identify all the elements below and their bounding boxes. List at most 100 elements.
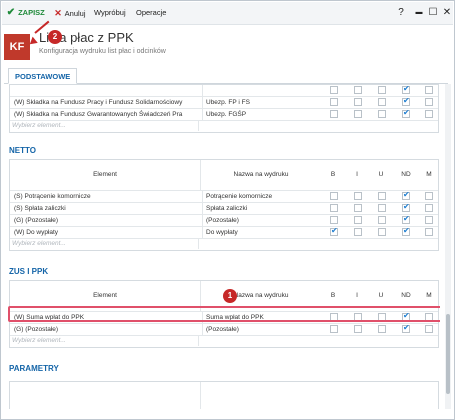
m-checkbox[interactable] <box>425 325 433 333</box>
table-row[interactable] <box>10 84 438 97</box>
element-cell: (G) (Pozostałe) <box>14 217 59 224</box>
print-name-cell[interactable]: Spłata zaliczki <box>202 203 322 214</box>
minimize-icon[interactable]: ▬ <box>412 6 426 20</box>
italic-checkbox[interactable] <box>354 204 362 212</box>
m-checkbox[interactable] <box>425 86 433 94</box>
try-button[interactable]: Wypróbuj <box>94 7 126 19</box>
add-element-input[interactable]: Wybierz element... <box>12 336 199 346</box>
table-row[interactable]: (W) Składka na Fundusz Gwarantowanych Św… <box>10 108 438 121</box>
section-title-netto: NETTO <box>9 146 36 155</box>
table-row[interactable]: (S) Potrącenie komornicze Potrącenie kom… <box>10 190 438 203</box>
toolbar: ✔ ZAPISZ ✕ Anuluj Wypróbuj Operacje ? ▬ … <box>2 2 453 25</box>
table-row[interactable]: (S) Spłata zaliczki Spłata zaliczki <box>10 202 438 215</box>
print-name-cell[interactable]: Ubezp. FGŚP <box>202 109 322 120</box>
underline-checkbox[interactable] <box>378 86 386 94</box>
operations-menu[interactable]: Operacje <box>136 7 166 19</box>
column-header: Element <box>93 171 117 178</box>
bold-checkbox[interactable] <box>330 86 338 94</box>
underline-checkbox[interactable] <box>378 204 386 212</box>
callout-badge-2: 2 <box>48 30 62 44</box>
column-header: ND <box>401 171 411 178</box>
section-title-zus: ZUS I PPK <box>9 267 49 276</box>
highlight-frame <box>8 306 440 322</box>
scrollbar-thumb[interactable] <box>446 314 450 394</box>
m-checkbox[interactable] <box>425 228 433 236</box>
column-header: B <box>330 171 336 178</box>
add-element-input[interactable]: Wybierz element... <box>12 239 199 249</box>
bold-checkbox[interactable] <box>330 325 338 333</box>
bold-checkbox[interactable] <box>330 226 338 236</box>
add-element-input[interactable]: Wybierz element... <box>12 121 199 131</box>
column-header: U <box>378 171 384 178</box>
nd-checkbox[interactable] <box>402 323 410 333</box>
underline-checkbox[interactable] <box>378 98 386 106</box>
maximize-icon[interactable]: ☐ <box>426 6 440 20</box>
m-checkbox[interactable] <box>425 216 433 224</box>
section-title-parametry: PARAMETRY <box>9 364 59 373</box>
nd-checkbox[interactable] <box>402 214 410 224</box>
cancel-button[interactable]: ✕ Anuluj <box>53 7 85 19</box>
page-subtitle: Konfiguracja wydruku list płac i odcinkó… <box>39 48 166 55</box>
callout-badge-1: 1 <box>223 289 237 303</box>
bold-checkbox[interactable] <box>330 110 338 118</box>
nd-checkbox[interactable] <box>402 202 410 212</box>
close-x-icon: ✕ <box>54 8 62 18</box>
italic-checkbox[interactable] <box>354 325 362 333</box>
column-header: Nazwa na wydruku <box>200 160 321 190</box>
print-name-cell[interactable]: Ubezp. FP i FS <box>202 97 322 108</box>
print-name-cell[interactable]: Potrącenie komornicze <box>202 191 322 202</box>
nd-checkbox[interactable] <box>402 84 410 94</box>
print-name-cell[interactable]: (Pozostałe) <box>202 324 322 335</box>
element-cell: (S) Spłata zaliczki <box>14 205 66 212</box>
underline-checkbox[interactable] <box>378 110 386 118</box>
italic-checkbox[interactable] <box>354 216 362 224</box>
underline-checkbox[interactable] <box>378 228 386 236</box>
m-checkbox[interactable] <box>425 204 433 212</box>
table-row[interactable]: (G) (Pozostałe) (Pozostałe) <box>10 214 438 227</box>
vertical-scrollbar[interactable] <box>445 84 451 409</box>
nd-checkbox[interactable] <box>402 226 410 236</box>
underline-checkbox[interactable] <box>378 216 386 224</box>
bold-checkbox[interactable] <box>330 204 338 212</box>
basic-grid: (W) Składka na Fundusz Pracy i Fundusz S… <box>9 84 439 133</box>
app-window: ✔ ZAPISZ ✕ Anuluj Wypróbuj Operacje ? ▬ … <box>0 0 455 420</box>
tab-strip: PODSTAWOWE <box>4 68 448 84</box>
help-icon[interactable]: ? <box>394 6 408 20</box>
tab-podstawowe[interactable]: PODSTAWOWE <box>8 68 78 84</box>
column-divider <box>200 382 201 409</box>
element-cell: (G) (Pozostałe) <box>14 326 59 333</box>
bold-checkbox[interactable] <box>330 216 338 224</box>
m-checkbox[interactable] <box>425 192 433 200</box>
element-cell: (W) Składka na Fundusz Gwarantowanych Św… <box>14 111 183 118</box>
element-cell: (S) Potrącenie komornicze <box>14 193 91 200</box>
m-checkbox[interactable] <box>425 98 433 106</box>
italic-checkbox[interactable] <box>354 192 362 200</box>
nd-checkbox[interactable] <box>402 96 410 106</box>
add-element-row: Wybierz element... <box>10 336 438 348</box>
add-element-row: Wybierz element... <box>10 239 438 251</box>
nd-checkbox[interactable] <box>402 108 410 118</box>
italic-checkbox[interactable] <box>354 86 362 94</box>
add-element-row: Wybierz element... <box>10 121 438 133</box>
m-checkbox[interactable] <box>425 110 433 118</box>
table-row[interactable]: (W) Składka na Fundusz Pracy i Fundusz S… <box>10 96 438 109</box>
bold-checkbox[interactable] <box>330 98 338 106</box>
close-window-icon[interactable]: ✕ <box>440 6 454 20</box>
print-name-cell[interactable] <box>202 85 322 96</box>
netto-grid: Element Nazwa na wydruku B I U ND M (S) … <box>9 159 439 251</box>
underline-checkbox[interactable] <box>378 192 386 200</box>
table-row[interactable]: (G) (Pozostałe) (Pozostałe) <box>10 323 438 336</box>
print-name-cell[interactable]: (Pozostałe) <box>202 215 322 226</box>
column-header: I <box>356 171 358 178</box>
underline-checkbox[interactable] <box>378 325 386 333</box>
nd-checkbox[interactable] <box>402 190 410 200</box>
italic-checkbox[interactable] <box>354 110 362 118</box>
checkmark-icon: ✔ <box>6 7 16 18</box>
element-cell: (W) Składka na Fundusz Pracy i Fundusz S… <box>14 99 183 106</box>
save-button[interactable]: ✔ ZAPISZ <box>6 7 45 19</box>
table-row[interactable]: (W) Do wypłaty Do wypłaty <box>10 226 438 239</box>
italic-checkbox[interactable] <box>354 228 362 236</box>
italic-checkbox[interactable] <box>354 98 362 106</box>
bold-checkbox[interactable] <box>330 192 338 200</box>
print-name-cell[interactable]: Do wypłaty <box>202 227 322 238</box>
